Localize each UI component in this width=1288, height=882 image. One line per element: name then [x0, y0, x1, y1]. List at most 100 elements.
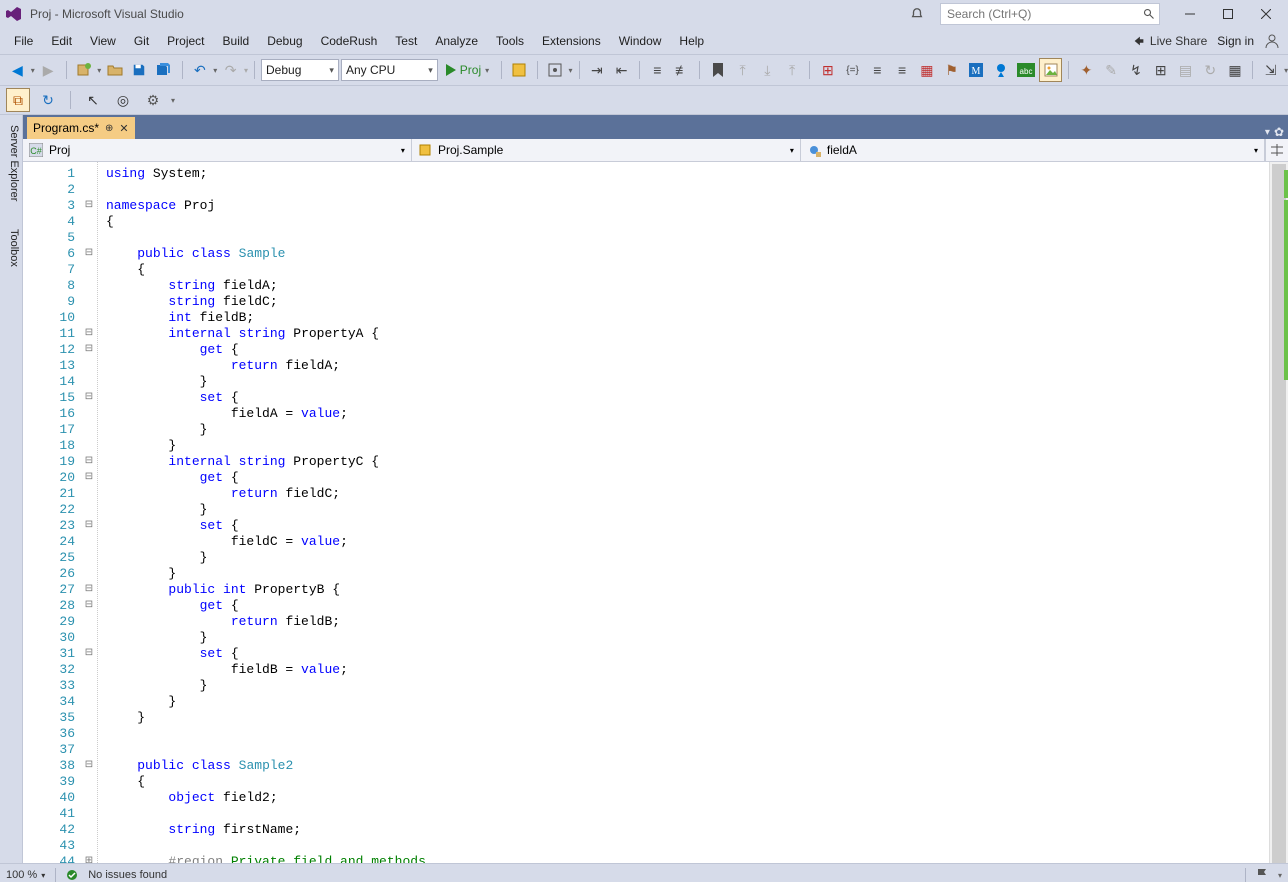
- code-line[interactable]: public class Sample2: [106, 758, 1269, 774]
- code-line[interactable]: internal string PropertyA {: [106, 326, 1269, 342]
- tb-cr-m[interactable]: M: [965, 58, 988, 82]
- side-tab-toolbox[interactable]: Toolbox: [0, 223, 22, 273]
- code-line[interactable]: string fieldC;: [106, 294, 1269, 310]
- code-line[interactable]: return fieldB;: [106, 614, 1269, 630]
- fold-toggle[interactable]: ⊞: [81, 854, 97, 863]
- code-line[interactable]: namespace Proj: [106, 198, 1269, 214]
- status-flag-icon[interactable]: [1256, 868, 1268, 882]
- tb-cr-1[interactable]: ⊞: [816, 58, 839, 82]
- fold-toggle[interactable]: ⊟: [81, 646, 97, 662]
- close-button[interactable]: [1248, 1, 1284, 27]
- pin-icon[interactable]: ⊕: [105, 123, 113, 134]
- code-line[interactable]: get {: [106, 598, 1269, 614]
- tab-settings-icon[interactable]: ✿: [1274, 125, 1284, 139]
- fold-toggle[interactable]: ⊟: [81, 198, 97, 214]
- code-line[interactable]: }: [106, 374, 1269, 390]
- tb-x6[interactable]: ▦: [1224, 58, 1247, 82]
- account-icon[interactable]: [1264, 33, 1280, 49]
- code-line[interactable]: }: [106, 566, 1269, 582]
- code-line[interactable]: }: [106, 710, 1269, 726]
- issues-label[interactable]: No issues found: [88, 869, 167, 881]
- tb-wand[interactable]: ✦: [1075, 58, 1098, 82]
- fold-toggle[interactable]: ⊟: [81, 246, 97, 262]
- tb-x5[interactable]: ↻: [1199, 58, 1222, 82]
- menu-build[interactable]: Build: [215, 30, 258, 52]
- nav-type-combo[interactable]: Proj.Sample ▾: [412, 139, 801, 161]
- menu-git[interactable]: Git: [126, 30, 157, 52]
- document-tab[interactable]: Program.cs* ⊕ ✕: [27, 117, 135, 139]
- tb-bm-2[interactable]: ⤓: [756, 58, 779, 82]
- code-line[interactable]: object field2;: [106, 790, 1269, 806]
- menu-view[interactable]: View: [82, 30, 124, 52]
- code-line[interactable]: set {: [106, 646, 1269, 662]
- sign-in-button[interactable]: Sign in: [1217, 34, 1254, 48]
- fold-toggle[interactable]: ⊟: [81, 518, 97, 534]
- code-line[interactable]: [106, 182, 1269, 198]
- code-line[interactable]: }: [106, 502, 1269, 518]
- open-file-button[interactable]: [103, 58, 126, 82]
- code-line[interactable]: }: [106, 694, 1269, 710]
- maximize-button[interactable]: [1210, 1, 1246, 27]
- menu-test[interactable]: Test: [387, 30, 425, 52]
- tb-cr-2[interactable]: {=}: [841, 58, 864, 82]
- live-share-button[interactable]: Live Share: [1132, 34, 1207, 48]
- new-project-button[interactable]: [72, 58, 95, 82]
- menu-help[interactable]: Help: [671, 30, 712, 52]
- tab-overflow-icon[interactable]: ▾: [1265, 127, 1270, 138]
- menu-project[interactable]: Project: [159, 30, 212, 52]
- tb2-refresh-icon[interactable]: ↻: [36, 88, 60, 112]
- start-debug-button[interactable]: Proj ▾: [440, 59, 495, 81]
- fold-toggle[interactable]: ⊟: [81, 390, 97, 406]
- fold-toggle[interactable]: ⊟: [81, 470, 97, 486]
- side-tab-server-explorer[interactable]: Server Explorer: [0, 119, 22, 207]
- tb-bookmark[interactable]: [706, 58, 729, 82]
- tb-icon-1[interactable]: [508, 58, 531, 82]
- save-button[interactable]: [128, 58, 151, 82]
- code-line[interactable]: set {: [106, 390, 1269, 406]
- code-line[interactable]: internal string PropertyC {: [106, 454, 1269, 470]
- tb-comment[interactable]: ≡: [646, 58, 669, 82]
- code-line[interactable]: #region Private field and methods: [106, 854, 1269, 863]
- tb-cr-5[interactable]: ▦: [915, 58, 938, 82]
- minimize-button[interactable]: [1172, 1, 1208, 27]
- tb-cr-image[interactable]: [1039, 58, 1062, 82]
- tb2-gear-icon[interactable]: ⚙: [141, 88, 165, 112]
- code-line[interactable]: {: [106, 214, 1269, 230]
- vertical-scrollbar[interactable]: [1269, 162, 1288, 863]
- menu-tools[interactable]: Tools: [488, 30, 532, 52]
- outlining-margin[interactable]: ⊟⊟⊟⊟⊟⊟⊟⊟⊟⊟⊟⊟⊞: [81, 162, 98, 863]
- code-line[interactable]: }: [106, 550, 1269, 566]
- code-line[interactable]: }: [106, 630, 1269, 646]
- fold-toggle[interactable]: ⊟: [81, 758, 97, 774]
- code-line[interactable]: [106, 838, 1269, 854]
- code-line[interactable]: public class Sample: [106, 246, 1269, 262]
- code-line[interactable]: public int PropertyB {: [106, 582, 1269, 598]
- code-text[interactable]: using System;namespace Proj{ public clas…: [98, 162, 1269, 863]
- code-line[interactable]: get {: [106, 470, 1269, 486]
- tb-cr-abc[interactable]: abc: [1015, 58, 1038, 82]
- fold-toggle[interactable]: ⊟: [81, 342, 97, 358]
- code-line[interactable]: [106, 726, 1269, 742]
- undo-button[interactable]: ↶: [189, 58, 212, 82]
- tb-x1[interactable]: ✎: [1100, 58, 1123, 82]
- code-line[interactable]: [106, 230, 1269, 246]
- fold-toggle[interactable]: ⊟: [81, 582, 97, 598]
- code-line[interactable]: fieldA = value;: [106, 406, 1269, 422]
- code-line[interactable]: return fieldA;: [106, 358, 1269, 374]
- solution-config-combo[interactable]: Debug▾: [261, 59, 339, 81]
- nav-member-combo[interactable]: fieldA ▾: [801, 139, 1265, 161]
- code-line[interactable]: fieldC = value;: [106, 534, 1269, 550]
- fold-toggle[interactable]: ⊟: [81, 454, 97, 470]
- nav-project-combo[interactable]: C# Proj ▾: [23, 139, 412, 161]
- menu-coderush[interactable]: CodeRush: [313, 30, 386, 52]
- code-line[interactable]: {: [106, 774, 1269, 790]
- search-input[interactable]: [945, 6, 1143, 22]
- menu-extensions[interactable]: Extensions: [534, 30, 609, 52]
- code-line[interactable]: }: [106, 678, 1269, 694]
- notification-icon[interactable]: [910, 7, 924, 21]
- code-line[interactable]: int fieldB;: [106, 310, 1269, 326]
- menu-debug[interactable]: Debug: [259, 30, 310, 52]
- solution-platform-combo[interactable]: Any CPU▾: [341, 59, 438, 81]
- fold-toggle[interactable]: ⊟: [81, 326, 97, 342]
- tb-cr-3[interactable]: ≡: [866, 58, 889, 82]
